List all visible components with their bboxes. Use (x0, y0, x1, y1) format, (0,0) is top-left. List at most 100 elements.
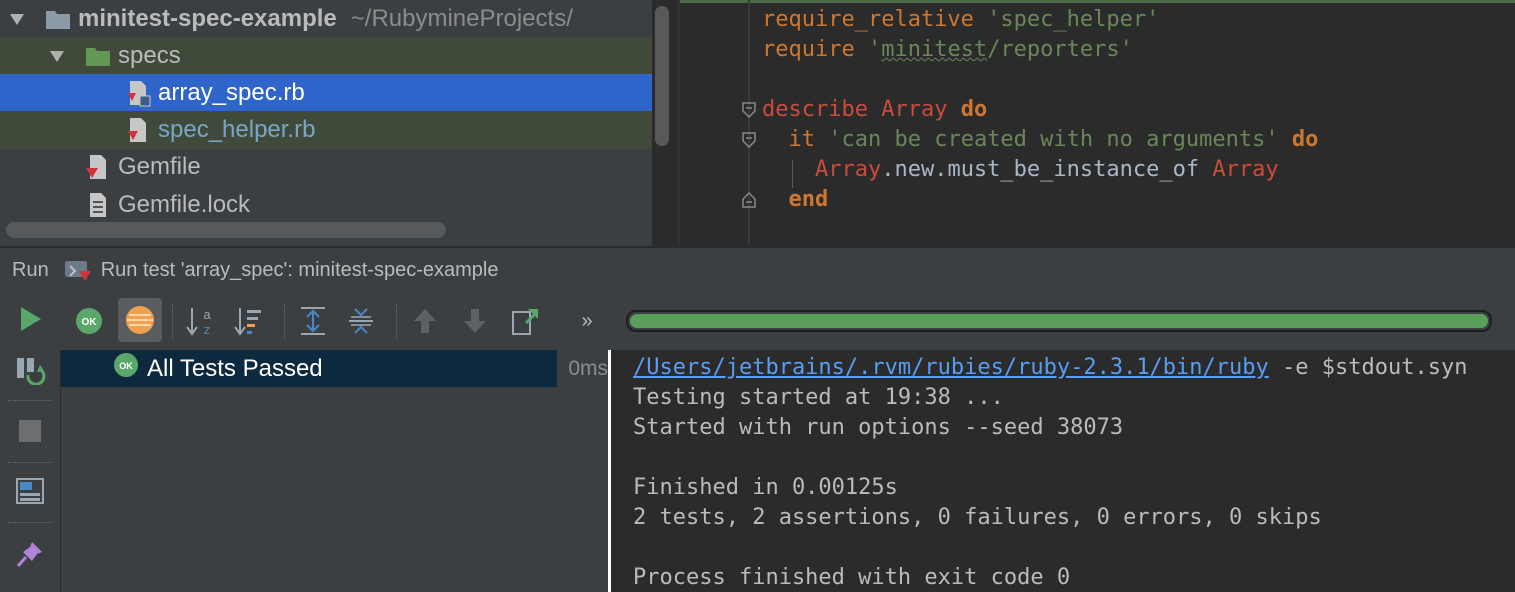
gemfile-icon (84, 153, 112, 181)
console-command-line: /Users/jetbrains/.rvm/rubies/ruby-2.3.1/… (633, 353, 1467, 383)
ruby-file-icon (124, 116, 152, 144)
chevron-down-icon[interactable] (48, 47, 66, 65)
tree-item-label: array_spec.rb (158, 79, 305, 106)
console-output[interactable]: /Users/jetbrains/.rvm/rubies/ruby-2.3.1/… (611, 350, 1515, 592)
stop-button[interactable] (13, 414, 47, 448)
test-folder-icon (84, 42, 112, 70)
code-token: describe (762, 97, 868, 122)
console-line: Finished in 0.00125s (633, 475, 898, 500)
code-token: do (1291, 127, 1319, 152)
code-line: describe Array do (762, 95, 987, 125)
run-tab-title[interactable]: Run test 'array_spec': minitest-spec-exa… (101, 259, 499, 282)
svg-text:a: a (203, 307, 211, 322)
code-line: end (762, 185, 829, 215)
sort-by-duration-icon[interactable] (230, 302, 268, 340)
code-token: ' (867, 37, 882, 62)
next-failed-test-arrow-down-icon[interactable] (456, 302, 494, 340)
editor-top-border (680, 0, 1515, 3)
console-line: Process finished with exit code 0 (633, 565, 1071, 590)
tree-item-label: specs (118, 42, 181, 69)
svg-text:OK: OK (82, 317, 98, 328)
expand-all-icon[interactable] (294, 302, 332, 340)
rerun-failed-toggle-icon[interactable] (13, 352, 47, 386)
fold-open-icon[interactable] (741, 131, 757, 149)
vertical-scrollbar[interactable] (655, 6, 669, 146)
code-token: minitest (881, 37, 988, 62)
console-line: Testing started at 19:38 ... (633, 385, 1004, 410)
code-token: 'spec_helper' (987, 7, 1160, 32)
code-line: require 'minitest/reporters' (762, 35, 1133, 65)
code-token: require_relative (762, 7, 974, 32)
code-token: require (762, 37, 855, 62)
svg-text:z: z (204, 322, 211, 337)
test-passed-icon: OK (113, 352, 139, 385)
console-line: Started with run options --seed 38073 (633, 415, 1124, 440)
test-progress-bar (626, 310, 1492, 332)
console-line: 2 tests, 2 assertions, 0 failures, 0 err… (633, 505, 1322, 530)
show-passed-button[interactable]: OK (70, 302, 108, 340)
run-side-toolbar (0, 292, 61, 592)
fold-close-icon[interactable] (741, 191, 757, 209)
run-window-title: Run (12, 258, 49, 281)
code-line: Array.new.must_be_instance_of Array (762, 155, 1279, 185)
code-editor[interactable]: require_relative 'spec_helper' require 'm… (680, 0, 1515, 246)
code-token: it (788, 127, 816, 152)
tree-item-label: Gemfile.lock (118, 191, 251, 218)
tree-item-gemfile-lock[interactable]: Gemfile.lock (0, 186, 652, 224)
console-command-args: -e $stdout.syn (1268, 355, 1468, 380)
layout-icon[interactable] (13, 474, 47, 508)
test-status-label: All Tests Passed (147, 354, 323, 382)
code-token: do (960, 97, 988, 122)
test-results-tree[interactable]: OK All Tests Passed 0ms (61, 350, 608, 592)
ruby-test-file-icon (124, 79, 152, 107)
chevron-down-icon[interactable] (8, 10, 26, 28)
tree-item-label: Gemfile (118, 153, 201, 180)
tree-item-label: spec_helper.rb (158, 116, 316, 143)
more-actions-chevron-icon[interactable]: » (568, 302, 606, 340)
test-duration: 0ms (557, 350, 608, 387)
code-token: .new.must_be_instance_of (881, 157, 1200, 182)
fold-open-icon[interactable] (741, 101, 757, 119)
sort-alphabetically-icon[interactable]: az (182, 302, 220, 340)
code-line: require_relative 'spec_helper' (762, 5, 1159, 35)
code-token: Array (881, 97, 948, 122)
module-folder-icon (44, 5, 72, 33)
project-path: ~/RubymineProjects/ (350, 5, 573, 32)
project-name: minitest-spec-example (78, 5, 337, 32)
horizontal-scrollbar[interactable] (6, 222, 446, 238)
code-token: Array (1212, 157, 1279, 182)
code-line: it 'can be created with no arguments' do (762, 125, 1319, 155)
test-runner-toolbar: OK az » (60, 292, 1515, 350)
run-tool-window-header: Run Run test 'array_spec': minitest-spec… (0, 248, 1515, 292)
run-config-icon (63, 255, 93, 285)
tree-item-specs[interactable]: specs (0, 37, 652, 75)
gutter-divider (748, 0, 750, 246)
test-root-node[interactable]: OK All Tests Passed 0ms (61, 350, 608, 387)
tree-item-array-spec[interactable]: array_spec.rb (0, 74, 652, 112)
export-test-results-icon[interactable] (506, 302, 544, 340)
tree-item-gemfile[interactable]: Gemfile (0, 148, 652, 186)
project-tree: minitest-spec-example ~/RubymineProjects… (0, 0, 652, 246)
ruby-interpreter-link[interactable]: /Users/jetbrains/.rvm/rubies/ruby-2.3.1/… (633, 355, 1269, 380)
test-progress-fill (630, 314, 1488, 328)
tree-root-row[interactable]: minitest-spec-example ~/RubymineProjects… (0, 0, 652, 38)
tree-item-spec-helper[interactable]: spec_helper.rb (0, 111, 652, 149)
code-token: 'can be created with no arguments' (828, 127, 1279, 152)
show-ignored-button[interactable] (118, 298, 162, 342)
pin-icon[interactable] (13, 537, 47, 571)
collapse-all-icon[interactable] (342, 302, 380, 340)
code-token: end (788, 187, 829, 212)
rerun-button[interactable] (13, 302, 47, 336)
previous-failed-test-arrow-up-icon[interactable] (406, 302, 444, 340)
code-token: Array (814, 157, 882, 182)
